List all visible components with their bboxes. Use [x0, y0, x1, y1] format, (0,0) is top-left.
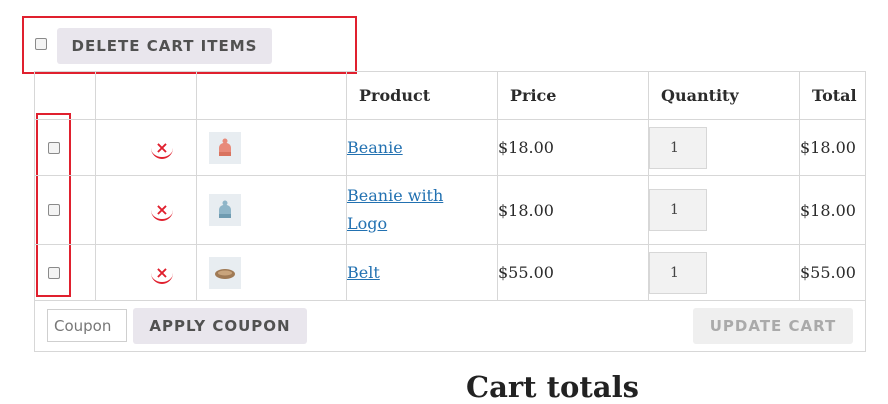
header-checkbox-cell — [34, 71, 96, 120]
quantity-cell: 1 — [648, 175, 800, 245]
actions-cell: Coupon APPLY COUPON UPDATE CART — [34, 300, 866, 352]
quantity-input[interactable]: 1 — [649, 189, 707, 231]
header-price: Price — [497, 71, 649, 120]
thumbnail-cell — [196, 244, 347, 301]
total-cell: $18.00 — [799, 119, 866, 176]
header-remove-cell — [95, 71, 197, 120]
select-all-checkbox[interactable] — [35, 38, 47, 50]
beanie-image-icon — [219, 138, 231, 156]
remove-cell: × — [95, 175, 197, 245]
update-cart-button[interactable]: UPDATE CART — [693, 308, 853, 344]
thumbnail-cell — [196, 119, 347, 176]
product-cell: Belt — [346, 244, 498, 301]
remove-item-icon[interactable]: × — [151, 137, 173, 159]
product-link[interactable]: Belt — [347, 263, 380, 282]
belt-image-icon — [215, 268, 235, 279]
total-cell: $55.00 — [799, 244, 866, 301]
remove-item-icon[interactable]: × — [151, 262, 173, 284]
thumbnail-cell — [196, 175, 347, 245]
product-link[interactable]: Beanie with Logo — [347, 182, 457, 238]
header-quantity: Quantity — [648, 71, 800, 120]
quantity-cell: 1 — [648, 244, 800, 301]
quantity-input[interactable]: 1 — [649, 251, 707, 294]
table-row: × Beanie $18.00 1 $18.00 — [34, 119, 866, 176]
table-header-row: Product Price Quantity Total — [34, 71, 866, 120]
header-total: Total — [799, 71, 866, 120]
actions-row: Coupon APPLY COUPON UPDATE CART — [34, 300, 866, 352]
row-checkbox[interactable] — [48, 141, 60, 154]
price-cell: $18.00 — [497, 175, 649, 245]
remove-item-icon[interactable]: × — [151, 199, 173, 221]
product-cell: Beanie with Logo — [346, 175, 498, 245]
quantity-input[interactable]: 1 — [649, 126, 707, 169]
coupon-input[interactable]: Coupon — [47, 309, 127, 342]
total-cell: $18.00 — [799, 175, 866, 245]
cart-totals-heading: Cart totals — [466, 370, 639, 404]
table-row: × Belt $55.00 1 $55.00 — [34, 244, 866, 301]
quantity-cell: 1 — [648, 119, 800, 176]
beanie-logo-image-icon — [219, 200, 231, 218]
header-thumbnail-cell — [196, 71, 347, 120]
row-checkbox[interactable] — [48, 266, 60, 279]
cart-table: Product Price Quantity Total × Beanie $1… — [34, 71, 866, 352]
remove-cell: × — [95, 244, 197, 301]
apply-coupon-button[interactable]: APPLY COUPON — [133, 308, 307, 344]
remove-cell: × — [95, 119, 197, 176]
product-cell: Beanie — [346, 119, 498, 176]
price-cell: $55.00 — [497, 244, 649, 301]
checkbox-cell — [34, 175, 96, 245]
checkbox-cell — [34, 244, 96, 301]
row-checkbox[interactable] — [48, 204, 60, 216]
product-link[interactable]: Beanie — [347, 138, 403, 157]
price-cell: $18.00 — [497, 119, 649, 176]
belt-thumbnail[interactable] — [209, 256, 241, 289]
delete-cart-items-button[interactable]: DELETE CART ITEMS — [57, 28, 272, 64]
beanie-logo-thumbnail[interactable] — [209, 194, 241, 226]
checkbox-cell — [34, 119, 96, 176]
table-row: × Beanie with Logo $18.00 1 $18.00 — [34, 175, 866, 245]
beanie-thumbnail[interactable] — [209, 131, 241, 164]
header-product: Product — [346, 71, 498, 120]
